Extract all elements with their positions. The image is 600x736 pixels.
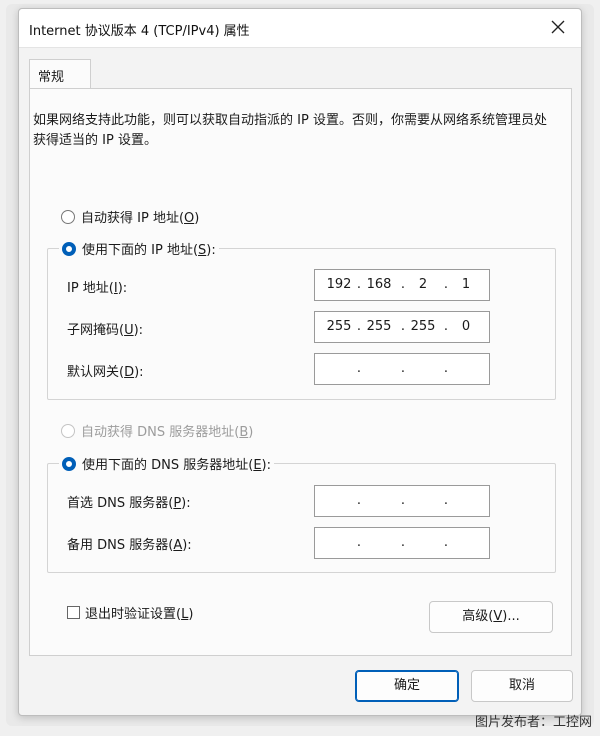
auto-ip-label: 自动获得 IP 地址(O)	[81, 211, 200, 226]
ip-address-octet-3: 2	[418, 277, 428, 292]
auto-dns-label: 自动获得 DNS 服务器地址(B)	[81, 425, 254, 440]
auto-ip-radio[interactable]	[61, 209, 75, 224]
dot: .	[356, 493, 362, 508]
validate-checkbox[interactable]	[67, 606, 80, 619]
ip-address-label: IP 地址(I):	[67, 281, 128, 296]
subnet-mask-octet-4: 0	[461, 319, 471, 334]
dot: .	[443, 493, 449, 508]
default-gateway-label: 默认网关(D):	[67, 365, 144, 380]
ok-button[interactable]: 确定	[355, 670, 459, 702]
advanced-button-suffix: )...	[502, 609, 520, 624]
dot: .	[356, 535, 362, 550]
ip-address-field[interactable]: 192 . 168 . 2 . 1	[314, 269, 490, 301]
subnet-mask-octet-1: 255	[326, 319, 352, 334]
dot: .	[443, 535, 449, 550]
dot: .	[400, 361, 406, 376]
dot: .	[443, 277, 449, 292]
manual-ip-radio[interactable]	[62, 241, 76, 256]
subnet-mask-field[interactable]: 255 . 255 . 255 . 0	[314, 311, 490, 343]
ip-address-octet-2: 168	[366, 277, 392, 292]
ip-address-octet-1: 192	[326, 277, 352, 292]
subnet-mask-octet-3: 255	[410, 319, 436, 334]
dot: .	[443, 319, 449, 334]
manual-dns-radio[interactable]	[62, 456, 76, 471]
preferred-dns-field[interactable]: . . .	[314, 485, 490, 517]
manual-dns-label: 使用下面的 DNS 服务器地址(E):	[82, 458, 271, 473]
alternate-dns-label: 备用 DNS 服务器(A):	[67, 538, 192, 553]
dot: .	[400, 277, 406, 292]
preferred-dns-label: 首选 DNS 服务器(P):	[67, 496, 191, 511]
ok-button-label: 确定	[393, 678, 420, 693]
advanced-button[interactable]: 高级(V)...	[429, 601, 553, 633]
dot: .	[400, 319, 406, 334]
tcpip-properties-dialog: Internet 协议版本 4 (TCP/IPv4) 属性 常规 如果网络支持此…	[18, 8, 582, 716]
dot: .	[400, 493, 406, 508]
manual-ip-radio-row[interactable]: 使用下面的 IP 地址(S):	[59, 239, 219, 258]
default-gateway-field[interactable]: . . .	[314, 353, 490, 385]
dot: .	[443, 361, 449, 376]
window-title: Internet 协议版本 4 (TCP/IPv4) 属性	[29, 24, 250, 39]
dot: .	[356, 277, 362, 292]
close-icon[interactable]	[549, 18, 567, 36]
validate-checkbox-label: 退出时验证设置(L)	[85, 607, 194, 622]
advanced-button-key: V	[493, 609, 503, 624]
alternate-dns-field[interactable]: . . .	[314, 527, 490, 559]
ip-address-octet-4: 1	[461, 277, 471, 292]
validate-checkbox-row[interactable]: 退出时验证设置(L)	[67, 603, 193, 622]
cancel-button-label: 取消	[508, 678, 535, 693]
title-bar: Internet 协议版本 4 (TCP/IPv4) 属性	[19, 9, 581, 48]
subnet-mask-label: 子网掩码(U):	[67, 323, 144, 338]
tab-general-label: 常规	[38, 70, 65, 85]
tab-general[interactable]: 常规	[29, 59, 91, 90]
manual-ip-label: 使用下面的 IP 地址(S):	[82, 243, 216, 258]
dot: .	[400, 535, 406, 550]
watermark-text: 图片发布者：工控网	[474, 715, 592, 730]
auto-dns-radio-row: 自动获得 DNS 服务器地址(B)	[61, 421, 253, 440]
advanced-button-label: 高级(	[462, 609, 494, 624]
auto-dns-radio	[61, 423, 75, 438]
cancel-button[interactable]: 取消	[471, 670, 573, 702]
dot: .	[356, 361, 362, 376]
description-text: 如果网络支持此功能，则可以获取自动指派的 IP 设置。否则，你需要从网络系统管理…	[33, 113, 547, 148]
auto-ip-radio-row[interactable]: 自动获得 IP 地址(O)	[61, 207, 199, 226]
dot: .	[356, 319, 362, 334]
manual-dns-radio-row[interactable]: 使用下面的 DNS 服务器地址(E):	[59, 454, 274, 473]
subnet-mask-octet-2: 255	[366, 319, 392, 334]
